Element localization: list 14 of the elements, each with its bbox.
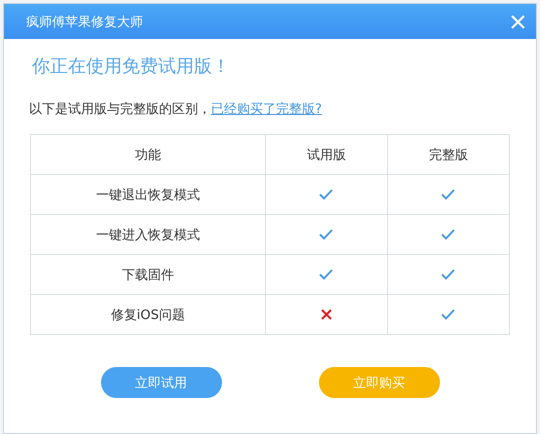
column-header: 试用版	[306, 148, 346, 162]
column-header: 完整版	[428, 148, 468, 162]
feature-name: 一键进入恢复模式	[96, 228, 200, 242]
trial-heading: 你正在使用免费试用版！	[32, 55, 231, 79]
column-header: 功能	[134, 148, 161, 162]
trial-button[interactable]: 立即试用	[100, 367, 222, 398]
feature-name: 下载固件	[122, 268, 174, 282]
purchased-link[interactable]: 已经购买了完整版?	[211, 102, 322, 117]
window-title: 疯师傅苹果修复大师	[26, 14, 143, 30]
intro-text: 以下是试用版与完整版的区别，	[29, 102, 211, 117]
close-button[interactable]	[510, 14, 526, 30]
feature-name: 一键退出恢复模式	[96, 188, 200, 202]
buy-button[interactable]: 立即购买	[318, 367, 440, 398]
feature-name: 修复iOS问题	[110, 308, 185, 322]
